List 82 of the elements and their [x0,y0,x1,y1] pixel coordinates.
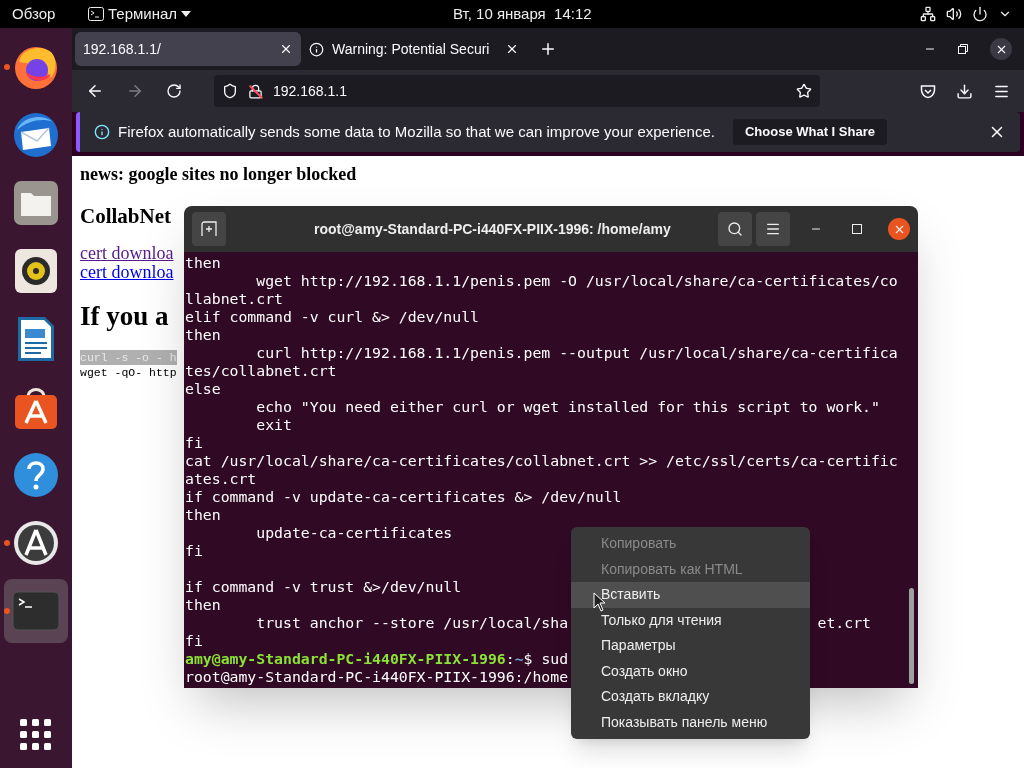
info-icon [94,124,110,140]
folder-icon[interactable] [12,179,60,227]
mail-globe-icon[interactable] [11,110,61,160]
terminal-line: then [185,596,221,614]
network-icon[interactable] [920,6,936,22]
terminal-icon [88,7,104,21]
new-tab-icon[interactable] [539,40,557,58]
browser-tab[interactable]: 192.168.1.1/ [75,32,301,66]
scrollbar[interactable] [909,588,914,684]
bookmark-star-icon[interactable] [796,83,812,99]
terminal-line: echo "You need either curl or wget installed for this script to work." [255,398,880,416]
terminal-line: curl http://192.168.1.1/penis.pem --output /usr/local/share/ca-certifica [255,344,898,362]
restore-icon[interactable] [958,44,968,54]
terminal-line: fi [185,632,203,650]
page-heading: If you a [80,300,169,332]
terminal-line: root@amy-Standard-PC-i440FX-PIIX-1996:/home [185,668,569,686]
apps-grid-icon[interactable] [20,719,52,751]
tab-title: 192.168.1.1/ [83,39,161,59]
terminal-line: llabnet.crt [185,290,283,308]
terminal-line: et.crt [817,614,871,632]
maximize-icon[interactable] [852,224,862,234]
menu-item[interactable]: Создать вкладку [571,684,810,710]
terminal-line: then [185,326,221,344]
activities-button[interactable]: Обзор [12,2,80,26]
cert-link[interactable]: cert downloa [80,263,174,282]
terminal-line: if command -v update-ca-certificates &> /dev/null [185,488,622,506]
menu-item[interactable]: Вставить [571,582,810,608]
back-icon[interactable] [86,82,104,100]
reload-icon[interactable] [166,83,182,99]
menu-item[interactable]: Только для чтения [571,607,810,633]
news-line: news: google sites no longer blocked [80,163,357,186]
terminal-line: trust anchor --store /usr/local/sha [255,614,569,632]
terminal-line: exit [255,416,292,434]
window-title: root@amy-Standard-PC-i440FX-PIIX-1996: /home/amy [314,219,671,239]
terminal-line: fi [185,542,203,560]
terminal-line: tes/collabnet.crt [185,362,337,380]
forward-icon[interactable] [126,82,144,100]
terminal-line: then [185,254,221,272]
menu-icon[interactable] [765,221,781,237]
terminal-line: if command -v trust &>/dev/null [185,578,462,596]
terminal-line: then [185,506,221,524]
notification-message: Firefox automatically sends some data to Mozilla so that we can improve your experience. [118,121,715,142]
cert-link[interactable]: cert downloa [80,244,174,263]
terminal-line: cat /usr/local/share/ca-certificates/collabnet.crt >> /etc/ssl/certs/ca-certific [185,452,898,470]
lock-icon[interactable] [248,83,263,99]
terminal-line: update-ca-certificates [255,524,453,542]
volume-icon[interactable] [946,6,962,22]
terminal-line: elif command -v curl &> /dev/null [185,308,479,326]
download-icon[interactable] [956,82,973,100]
search-icon[interactable] [727,221,743,237]
shield-icon[interactable] [222,83,238,99]
close-icon[interactable] [505,42,519,56]
info-icon [309,41,324,57]
menu-item[interactable]: Показывать панель меню [571,709,810,735]
url-field[interactable]: 192.168.1.1 [214,75,820,107]
terminal-line: ates.crt [185,470,257,488]
menu-item[interactable]: Параметры [571,633,810,659]
prompt-line: amy@amy-Standard-PC-i440FX-PIIX-1996:~$ sud [185,650,569,668]
caret-icon [181,11,192,17]
search-button[interactable] [718,212,752,246]
close-icon[interactable] [279,42,293,56]
help-icon[interactable] [12,451,60,499]
menu-item[interactable]: Создать окно [571,658,810,684]
power-icon[interactable] [972,6,988,22]
terminal-line: else [185,380,221,398]
choose-share-button[interactable]: Choose What I Share [732,119,887,145]
terminal-line: wget http://192.168.1.1/penis.pem -O /usr/local/share/ca-certificates/co [255,272,898,290]
pocket-icon[interactable] [920,83,936,99]
new-tab-icon[interactable] [201,221,217,237]
url-text: 192.168.1.1 [273,81,347,101]
document-icon[interactable] [15,315,57,363]
terminal-line: fi [185,434,203,452]
updater-icon[interactable] [12,519,60,567]
app-menu[interactable]: Терминал [88,2,192,26]
speaker-icon[interactable] [13,247,59,295]
new-tab-button[interactable] [192,212,226,246]
browser-tab[interactable]: Warning: Potential Securi [301,32,527,66]
tab-title: Warning: Potential Securi [332,39,490,59]
clock[interactable]: Вт, 10 января 14:12 [453,2,592,26]
code-line: wget -qO- http [80,365,177,380]
menu-button[interactable] [756,212,790,246]
page-heading: CollabNet [80,203,171,230]
